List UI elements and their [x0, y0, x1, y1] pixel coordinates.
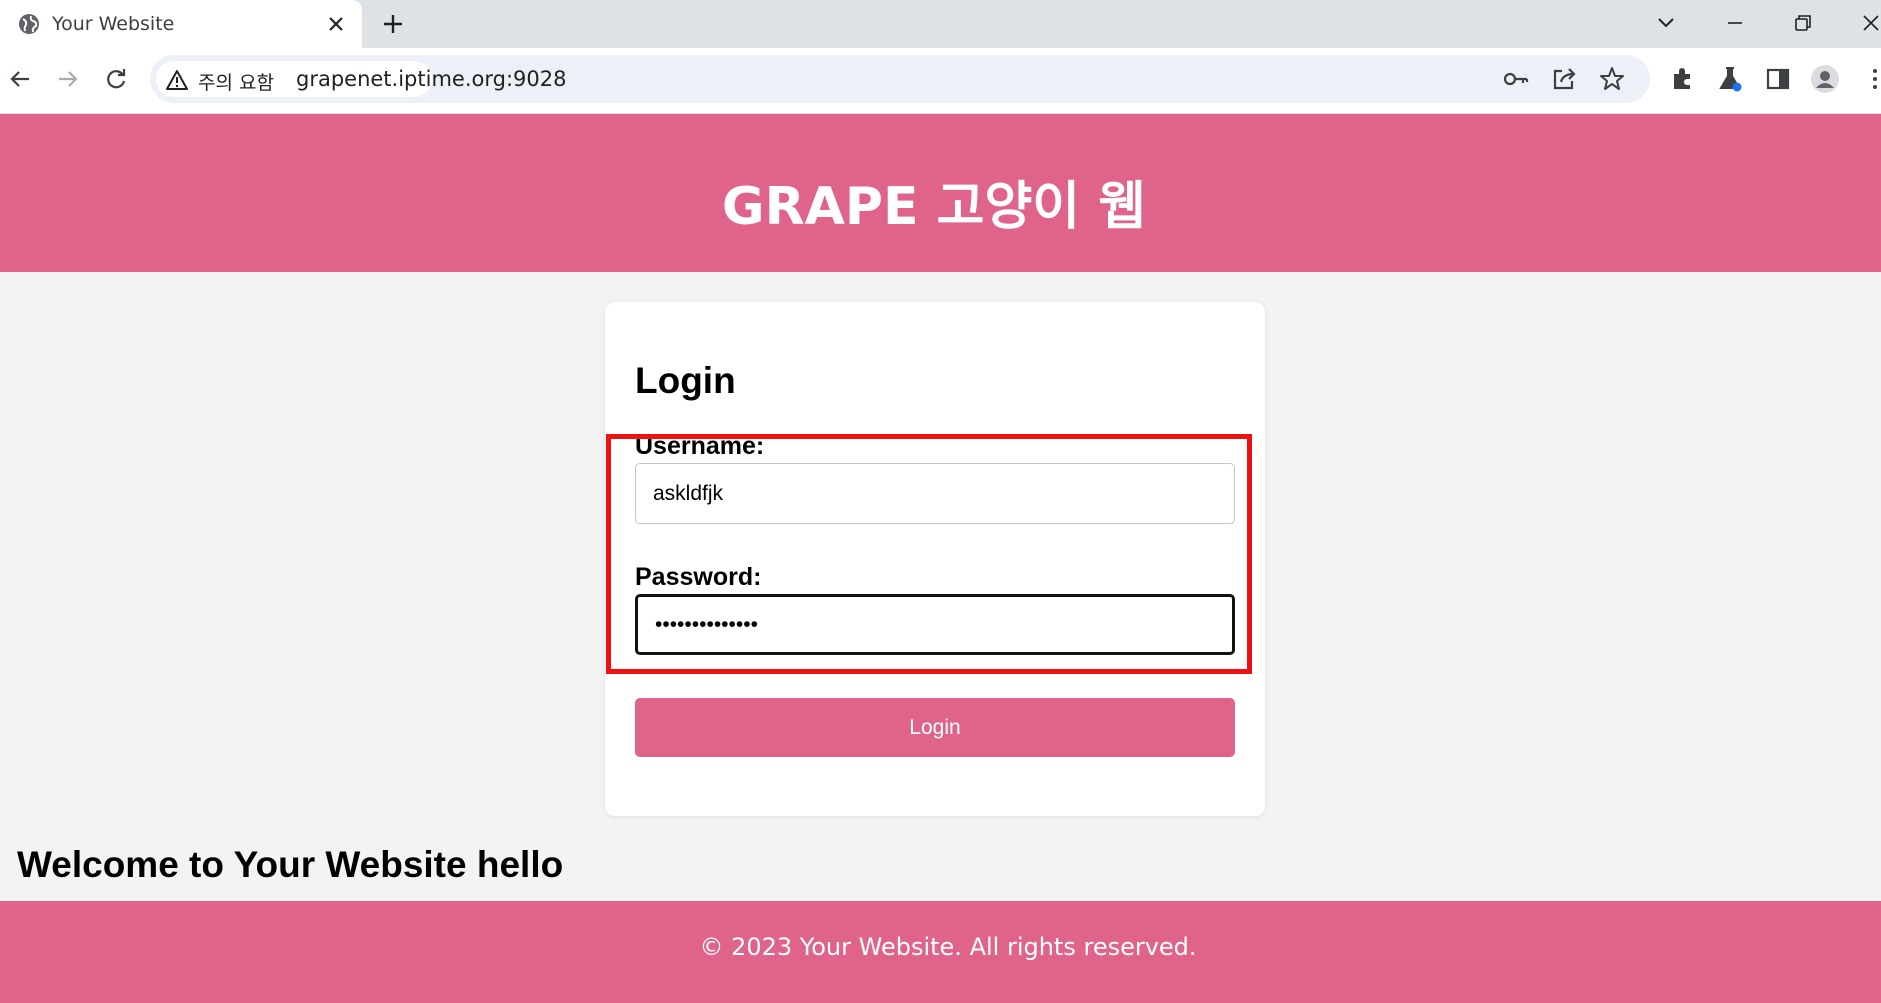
password-input[interactable]: [635, 594, 1235, 655]
login-title: Login: [635, 360, 736, 401]
site-header: GRAPE 고양이 웹: [0, 114, 1881, 272]
security-label: 주의 요함: [198, 72, 274, 94]
key-icon[interactable]: [1502, 65, 1530, 93]
window-close-icon[interactable]: [1856, 8, 1881, 38]
plus-icon[interactable]: [380, 11, 406, 37]
tab-strip: Your Website: [0, 0, 1881, 48]
web-page: GRAPE 고양이 웹 Login Username: Password: Lo…: [0, 114, 1881, 1003]
welcome-heading: Welcome to Your Website hello: [17, 844, 564, 885]
reload-icon[interactable]: [101, 64, 131, 94]
tab-title: Your Website: [52, 13, 175, 35]
back-icon[interactable]: [5, 64, 35, 94]
site-footer: © 2023 Your Website. All rights reserved…: [0, 901, 1881, 1003]
globe-icon: [19, 14, 39, 34]
restore-icon[interactable]: [1788, 8, 1818, 38]
browser-tab[interactable]: Your Website: [0, 0, 362, 48]
menu-icon[interactable]: [1860, 64, 1881, 94]
footer-text: © 2023 Your Website. All rights reserved…: [699, 933, 1197, 961]
username-input[interactable]: [635, 463, 1235, 524]
side-panel-icon[interactable]: [1763, 64, 1793, 94]
address-bar[interactable]: 주의 요함 grapenet.iptime.org:9028: [150, 55, 1650, 103]
close-icon[interactable]: [324, 12, 348, 36]
minimize-icon[interactable]: [1720, 8, 1750, 38]
extensions-icon[interactable]: [1667, 64, 1697, 94]
star-icon[interactable]: [1598, 65, 1626, 93]
browser-toolbar: 주의 요함 grapenet.iptime.org:9028: [0, 48, 1881, 114]
share-icon[interactable]: [1550, 65, 1578, 93]
url-text[interactable]: grapenet.iptime.org:9028: [296, 67, 566, 91]
username-label: Username:: [635, 432, 765, 460]
labs-icon[interactable]: [1715, 64, 1745, 94]
chevron-down-icon[interactable]: [1651, 8, 1681, 38]
profile-icon[interactable]: [1810, 64, 1840, 94]
site-title: GRAPE 고양이 웹: [721, 177, 1147, 237]
password-label: Password:: [635, 563, 762, 591]
warning-icon: [166, 70, 188, 90]
login-button[interactable]: Login: [635, 698, 1235, 757]
forward-icon[interactable]: [53, 64, 83, 94]
login-card: Login Username: Password: Login: [605, 302, 1265, 816]
